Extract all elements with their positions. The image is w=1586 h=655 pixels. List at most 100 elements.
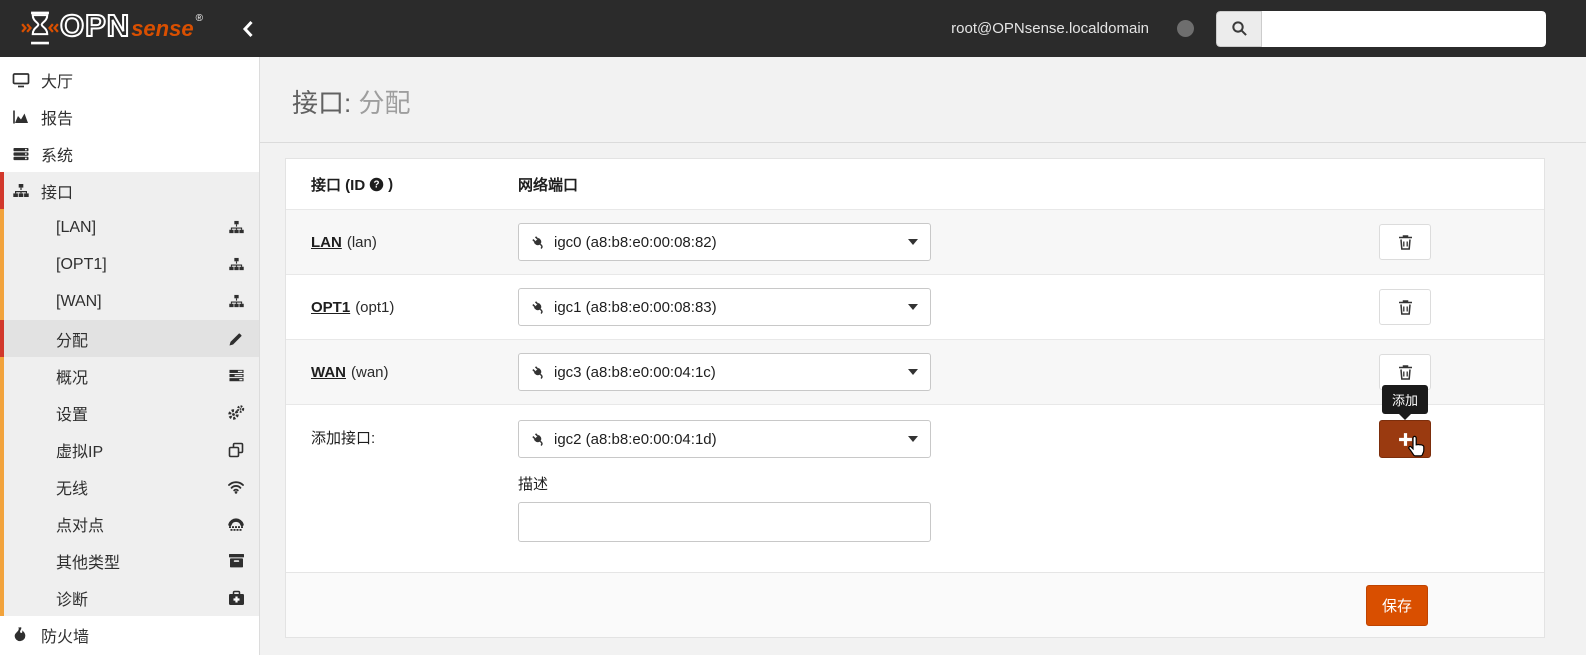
tasks-icon bbox=[225, 368, 247, 383]
caret-down-icon bbox=[908, 436, 918, 442]
interface-label: LAN (lan) bbox=[311, 233, 377, 251]
wifi-icon bbox=[225, 479, 247, 494]
sidebar-label: 接口 bbox=[41, 184, 74, 202]
caret-down-icon bbox=[908, 369, 918, 375]
sidebar-item-wan[interactable]: [WAN] bbox=[0, 283, 259, 320]
port-select-opt1[interactable]: igc1 (a8:b8:e0:00:08:83) bbox=[518, 288, 931, 326]
sidebar-item-system[interactable]: 系统 bbox=[0, 135, 259, 172]
sidebar-label: 概况 bbox=[56, 369, 89, 387]
sitemap-icon bbox=[225, 220, 247, 235]
sidebar-item-point-to-point[interactable]: 点对点 bbox=[0, 505, 259, 542]
brand-registered: ® bbox=[195, 12, 203, 24]
sidebar-label: 无线 bbox=[56, 480, 89, 498]
table-row: LAN (lan) igc0 (a8:b8:e0:00:08:82) bbox=[286, 209, 1544, 274]
plug-icon bbox=[532, 235, 543, 249]
port-select-lan[interactable]: igc0 (a8:b8:e0:00:08:82) bbox=[518, 223, 931, 261]
assignments-panel: 接口 (ID ? ) 网络端口 LAN (lan) igc0 (a8:b8:e0:… bbox=[285, 158, 1545, 638]
sidebar-collapse-button[interactable] bbox=[241, 20, 254, 38]
port-select-new[interactable]: igc2 (a8:b8:e0:00:04:1d) bbox=[518, 420, 931, 458]
fire-icon bbox=[10, 626, 32, 643]
sidebar-label: 点对点 bbox=[56, 517, 105, 535]
clone-icon bbox=[225, 442, 247, 458]
breadcrumb-page: 分配 bbox=[358, 88, 411, 118]
table-row: WAN (wan) igc3 (a8:b8:e0:00:04:1c) bbox=[286, 339, 1544, 404]
sidebar-label: 大厅 bbox=[41, 73, 74, 91]
interface-link-lan[interactable]: LAN bbox=[311, 234, 342, 251]
sidebar-item-firewall[interactable]: 防火墙 bbox=[0, 616, 259, 653]
save-button[interactable]: 保存 bbox=[1365, 584, 1428, 626]
sidebar-item-virtual-ips[interactable]: 虚拟IP bbox=[0, 431, 259, 468]
medkit-icon bbox=[225, 590, 247, 606]
svg-text:?: ? bbox=[374, 179, 380, 190]
gears-icon bbox=[225, 404, 247, 421]
global-search bbox=[1216, 10, 1546, 47]
sidebar-label: [OPT1] bbox=[56, 255, 107, 273]
sidebar-label: [WAN] bbox=[56, 292, 102, 310]
title-divider bbox=[260, 142, 1586, 143]
sidebar-item-lan[interactable]: [LAN] bbox=[0, 209, 259, 246]
mouse-cursor-hand bbox=[1408, 435, 1425, 457]
sidebar-item-diagnostics[interactable]: 诊断 bbox=[0, 579, 259, 616]
caret-down-icon bbox=[908, 304, 918, 310]
interface-link-opt1[interactable]: OPT1 bbox=[311, 299, 350, 316]
sidebar-label: 报告 bbox=[41, 110, 74, 128]
add-interface-button[interactable]: 添加 bbox=[1379, 385, 1431, 458]
brand-opn: OPN bbox=[59, 7, 131, 43]
sidebar-label: [LAN] bbox=[56, 218, 97, 236]
table-header-row: 接口 (ID ? ) 网络端口 bbox=[286, 159, 1544, 209]
sidebar-item-other-types[interactable]: 其他类型 bbox=[0, 542, 259, 579]
sidebar-item-assignments[interactable]: 分配 bbox=[0, 320, 259, 357]
archive-icon bbox=[225, 553, 247, 568]
sitemap-icon bbox=[10, 183, 32, 199]
server-icon bbox=[10, 146, 32, 162]
sidebar-item-lobby[interactable]: 大厅 bbox=[0, 61, 259, 98]
sidebar-label: 设置 bbox=[56, 406, 89, 424]
sidebar-item-overview[interactable]: 概况 bbox=[0, 357, 259, 394]
sidebar-label: 其他类型 bbox=[56, 554, 121, 572]
sidebar-label: 分配 bbox=[56, 332, 89, 350]
sitemap-icon bbox=[225, 294, 247, 309]
panel-footer: 保存 bbox=[286, 572, 1544, 637]
interface-link-wan[interactable]: WAN bbox=[311, 364, 346, 381]
delete-lan-button[interactable] bbox=[1379, 224, 1431, 260]
add-interface-row: 添加接口: igc2 (a8:b8:e0:00:04:1d) 描述 添加 bbox=[286, 385, 1544, 572]
sidebar-label: 防火墙 bbox=[41, 628, 90, 646]
add-interface-label: 添加接口: bbox=[311, 430, 376, 447]
opnsense-logo[interactable]: OPN sense ® bbox=[0, 7, 203, 49]
interface-label: WAN (wan) bbox=[311, 363, 389, 381]
description-input[interactable] bbox=[518, 502, 931, 542]
top-header: OPN sense ® root@OPNsense.localdomain bbox=[0, 0, 1586, 57]
help-icon[interactable]: ? bbox=[369, 177, 384, 192]
sidebar-label: 虚拟IP bbox=[56, 443, 104, 461]
plug-icon bbox=[532, 432, 543, 446]
caret-down-icon bbox=[908, 239, 918, 245]
area-chart-icon bbox=[10, 109, 32, 125]
hourglass-logo-icon bbox=[21, 11, 59, 44]
col-port-header: 网络端口 bbox=[518, 176, 579, 194]
sidebar-section-interfaces: 接口 [LAN] [OPT1] [WAN] 分配 概况 设置 虚拟IP 无线 点… bbox=[0, 172, 259, 616]
delete-opt1-button[interactable] bbox=[1379, 289, 1431, 325]
sidebar-item-settings[interactable]: 设置 bbox=[0, 394, 259, 431]
sidebar-item-opt1[interactable]: [OPT1] bbox=[0, 246, 259, 283]
trash-icon bbox=[1398, 364, 1412, 380]
description-label: 描述 bbox=[518, 476, 549, 493]
logged-in-user: root@OPNsense.localdomain bbox=[951, 20, 1149, 37]
search-input[interactable] bbox=[1262, 10, 1546, 47]
pencil-icon bbox=[225, 331, 247, 347]
sidebar-item-wireless[interactable]: 无线 bbox=[0, 468, 259, 505]
breadcrumb-section: 接口: bbox=[292, 88, 352, 118]
sidebar-item-interfaces[interactable]: 接口 bbox=[0, 172, 259, 209]
sidebar-item-reporting[interactable]: 报告 bbox=[0, 98, 259, 135]
plug-icon bbox=[532, 365, 543, 379]
tty-icon bbox=[225, 516, 247, 531]
chevron-left-icon bbox=[242, 20, 253, 37]
page-title: 接口: 分配 bbox=[292, 83, 1586, 120]
port-select-wan[interactable]: igc3 (a8:b8:e0:00:04:1c) bbox=[518, 353, 931, 391]
brand-sense: sense bbox=[131, 15, 194, 41]
table-row: OPT1 (opt1) igc1 (a8:b8:e0:00:08:83) bbox=[286, 274, 1544, 339]
add-tooltip: 添加 bbox=[1381, 385, 1429, 414]
interface-label: OPT1 (opt1) bbox=[311, 298, 395, 316]
main-content: 接口: 分配 接口 (ID ? ) 网络端口 LAN (lan) igc0 (a8… bbox=[260, 57, 1586, 655]
search-icon bbox=[1216, 10, 1262, 47]
trash-icon bbox=[1398, 299, 1412, 315]
